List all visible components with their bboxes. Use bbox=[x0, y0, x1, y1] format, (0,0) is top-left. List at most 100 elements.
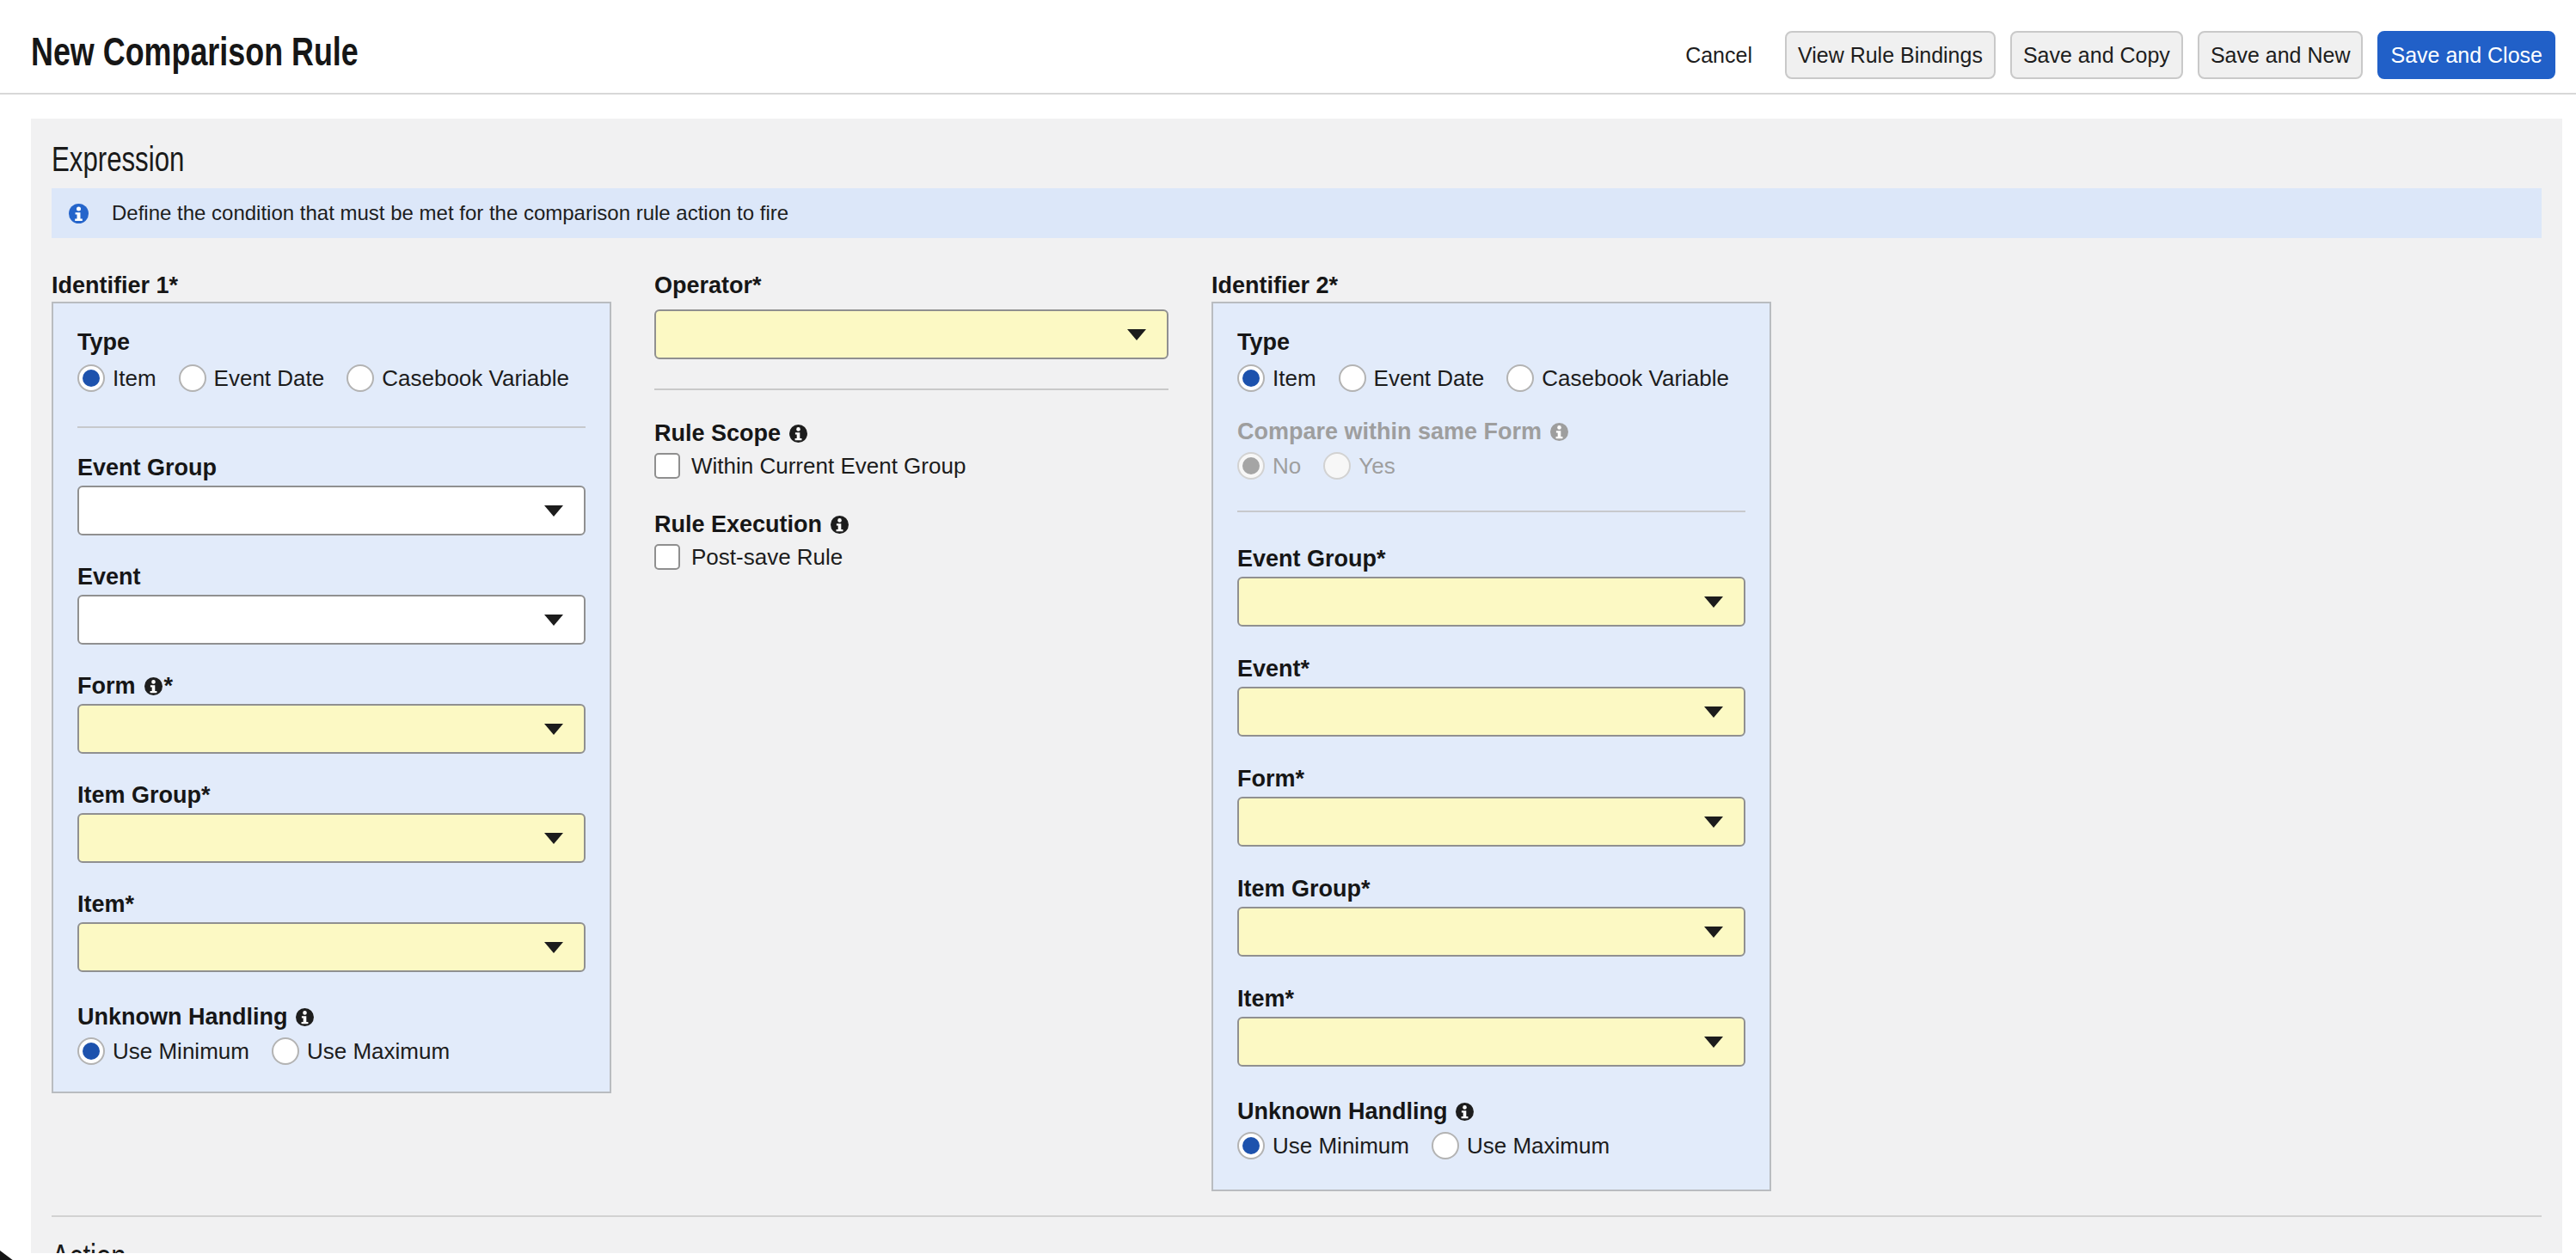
field-label: Form * bbox=[77, 670, 586, 701]
field-label: Item Group* bbox=[1237, 873, 1745, 904]
radio-option-use-minimum[interactable]: Use Minimum bbox=[77, 1037, 249, 1065]
compare-within-same-form-label: Compare within same Form bbox=[1237, 416, 1745, 447]
radio-option-item[interactable]: Item bbox=[1237, 364, 1316, 392]
unknown-handling-group: Unknown Handling Use Minimum Use Maximum bbox=[77, 1001, 586, 1065]
identifier1-panel: Type Item Event Date Casebook Variabl bbox=[52, 302, 611, 1093]
view-rule-bindings-button[interactable]: View Rule Bindings bbox=[1785, 31, 1996, 79]
item-group-dropdown[interactable] bbox=[77, 813, 586, 863]
operator-section: Operator* Rule Scope Within Current Even… bbox=[654, 269, 1168, 1191]
identifier2-label: Identifier 2* bbox=[1211, 269, 1771, 302]
unknown-handling-radios: Use Minimum Use Maximum bbox=[1237, 1132, 1745, 1159]
info-icon[interactable] bbox=[144, 677, 163, 695]
item-dropdown[interactable] bbox=[1237, 1017, 1745, 1067]
unknown-handling-label: Unknown Handling bbox=[1237, 1096, 1745, 1127]
info-icon bbox=[1550, 423, 1568, 441]
expression-section-title: Expression bbox=[52, 119, 2542, 179]
radio-option-casebook-variable[interactable]: Casebook Variable bbox=[1506, 364, 1729, 392]
divider bbox=[1237, 511, 1745, 512]
action-section-title: Action bbox=[52, 1217, 2542, 1253]
cancel-button[interactable]: Cancel bbox=[1682, 31, 1756, 79]
radio-option-use-maximum[interactable]: Use Maximum bbox=[1432, 1132, 1610, 1159]
radio-selected-icon bbox=[1237, 364, 1265, 392]
field-item: Item* bbox=[77, 889, 586, 972]
radio-disabled-selected-icon bbox=[1237, 452, 1265, 480]
expression-columns: Identifier 1* Type Item Event Date bbox=[52, 269, 2542, 1191]
field-form: Form * bbox=[77, 670, 586, 754]
chevron-down-icon bbox=[544, 942, 563, 953]
identifier2-type-label: Type bbox=[1237, 327, 1745, 358]
field-event-group: Event Group bbox=[77, 452, 586, 535]
info-icon bbox=[69, 204, 89, 223]
radio-disabled-icon bbox=[1323, 452, 1351, 480]
radio-unselected-icon bbox=[347, 364, 374, 392]
radio-unselected-icon bbox=[1339, 364, 1366, 392]
header: New Comparison Rule Cancel View Rule Bin… bbox=[0, 0, 2576, 95]
save-and-copy-button[interactable]: Save and Copy bbox=[2010, 31, 2183, 79]
chevron-down-icon bbox=[1704, 596, 1723, 608]
identifier1-label: Identifier 1* bbox=[52, 269, 611, 302]
info-icon[interactable] bbox=[831, 516, 849, 534]
item-dropdown[interactable] bbox=[77, 922, 586, 972]
radio-selected-icon bbox=[1237, 1132, 1265, 1159]
chevron-down-icon bbox=[544, 724, 563, 735]
radio-option-event-date[interactable]: Event Date bbox=[1339, 364, 1485, 392]
chevron-down-icon bbox=[544, 833, 563, 844]
form-dropdown[interactable] bbox=[1237, 797, 1745, 847]
item-group-dropdown[interactable] bbox=[1237, 907, 1745, 957]
post-save-rule-checkbox[interactable]: Post-save Rule bbox=[654, 543, 1168, 571]
event-group-dropdown[interactable] bbox=[77, 486, 586, 535]
rule-execution-label: Rule Execution bbox=[654, 509, 1168, 540]
save-and-close-button[interactable]: Save and Close bbox=[2377, 31, 2555, 79]
info-banner-text: Define the condition that must be met fo… bbox=[112, 201, 788, 225]
radio-option-use-maximum[interactable]: Use Maximum bbox=[272, 1037, 450, 1065]
radio-option-event-date[interactable]: Event Date bbox=[179, 364, 325, 392]
chevron-down-icon bbox=[1127, 329, 1146, 340]
radio-selected-icon bbox=[77, 1037, 105, 1065]
identifier1-section: Identifier 1* Type Item Event Date bbox=[52, 269, 611, 1191]
radio-unselected-icon bbox=[179, 364, 206, 392]
expression-section: Expression Define the condition that mus… bbox=[31, 119, 2562, 1253]
chevron-down-icon bbox=[1704, 706, 1723, 718]
field-event: Event* bbox=[1237, 653, 1745, 737]
field-label: Form* bbox=[1237, 763, 1745, 794]
radio-option-use-minimum[interactable]: Use Minimum bbox=[1237, 1132, 1409, 1159]
info-banner: Define the condition that must be met fo… bbox=[52, 188, 2542, 238]
radio-option-yes: Yes bbox=[1323, 452, 1395, 480]
field-label: Event* bbox=[1237, 653, 1745, 684]
chevron-down-icon bbox=[544, 505, 563, 517]
info-icon[interactable] bbox=[789, 425, 807, 443]
event-group-dropdown[interactable] bbox=[1237, 577, 1745, 627]
identifier1-type-label: Type bbox=[77, 327, 586, 358]
compare-within-same-form-group: Compare within same Form No Yes bbox=[1237, 416, 1745, 480]
field-label: Item* bbox=[1237, 983, 1745, 1014]
unknown-handling-label: Unknown Handling bbox=[77, 1001, 586, 1032]
radio-unselected-icon bbox=[1432, 1132, 1459, 1159]
chevron-down-icon bbox=[544, 615, 563, 626]
radio-option-item[interactable]: Item bbox=[77, 364, 156, 392]
field-event-group: Event Group* bbox=[1237, 543, 1745, 627]
identifier1-type-radios: Item Event Date Casebook Variable bbox=[77, 364, 586, 392]
field-label: Event bbox=[77, 561, 586, 592]
save-and-new-button[interactable]: Save and New bbox=[2198, 31, 2364, 79]
mouse-cursor bbox=[0, 1248, 17, 1260]
page-title: New Comparison Rule bbox=[31, 29, 451, 74]
radio-option-no: No bbox=[1237, 452, 1301, 480]
event-dropdown[interactable] bbox=[77, 595, 586, 645]
operator-dropdown[interactable] bbox=[654, 309, 1168, 359]
radio-option-casebook-variable[interactable]: Casebook Variable bbox=[347, 364, 569, 392]
field-item-group: Item Group* bbox=[77, 780, 586, 863]
within-current-event-group-checkbox[interactable]: Within Current Event Group bbox=[654, 452, 1168, 480]
form-dropdown[interactable] bbox=[77, 704, 586, 754]
event-dropdown[interactable] bbox=[1237, 687, 1745, 737]
field-item-group: Item Group* bbox=[1237, 873, 1745, 957]
field-form: Form* bbox=[1237, 763, 1745, 847]
divider bbox=[654, 388, 1168, 390]
info-icon[interactable] bbox=[1456, 1103, 1474, 1121]
chevron-down-icon bbox=[1704, 817, 1723, 828]
field-label: Item Group* bbox=[77, 780, 586, 810]
info-icon[interactable] bbox=[296, 1008, 314, 1026]
identifier2-section: Identifier 2* Type Item Event Date bbox=[1211, 269, 1771, 1191]
chevron-down-icon bbox=[1704, 1037, 1723, 1048]
field-item: Item* bbox=[1237, 983, 1745, 1067]
checkbox-icon bbox=[654, 453, 680, 479]
